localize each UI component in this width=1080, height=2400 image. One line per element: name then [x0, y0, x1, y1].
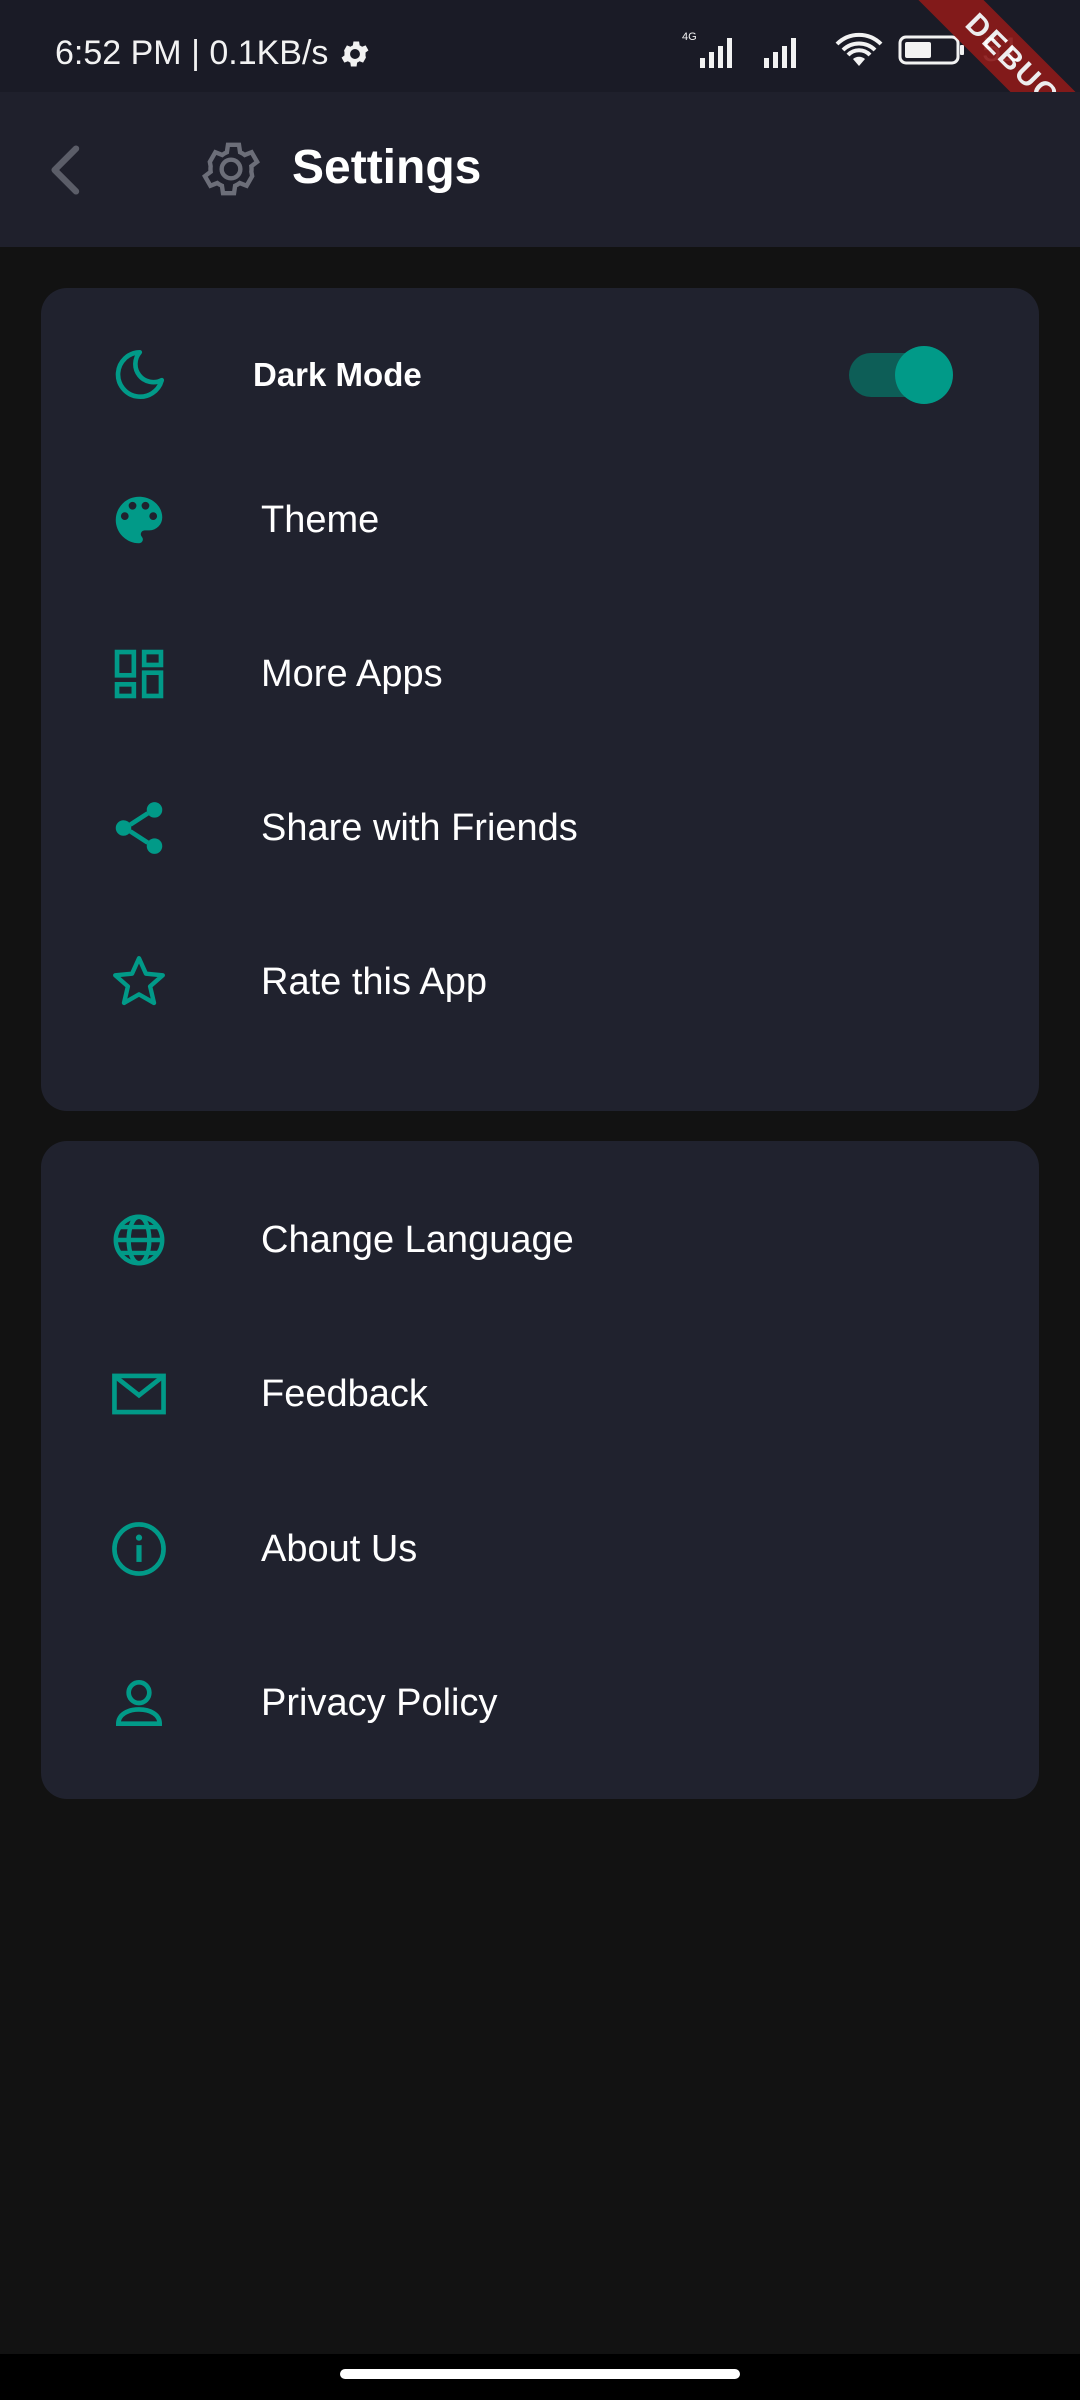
person-icon — [107, 1671, 171, 1735]
star-icon — [107, 950, 171, 1014]
back-button-chevron-left-icon[interactable] — [36, 138, 100, 202]
about-row[interactable]: About Us — [41, 1484, 1039, 1614]
dashboard-icon — [107, 642, 171, 706]
signal-4g-icon: 4G — [682, 31, 733, 68]
more-apps-row[interactable]: More Apps — [41, 609, 1039, 739]
wifi-icon — [835, 32, 883, 66]
status-time-speed: 6:52 PM | 0.1KB/s — [55, 34, 372, 73]
privacy-row[interactable]: Privacy Policy — [41, 1638, 1039, 1768]
dark-mode-label: Dark Mode — [253, 356, 422, 393]
dark-mode-toggle[interactable] — [849, 346, 953, 404]
share-label: Share with Friends — [261, 806, 578, 849]
moon-icon — [107, 343, 171, 407]
home-indicator[interactable] — [340, 2369, 740, 2379]
toggle-knob — [895, 346, 953, 404]
palette-icon — [107, 488, 171, 552]
rate-label: Rate this App — [261, 960, 488, 1003]
privacy-label: Privacy Policy — [261, 1681, 498, 1724]
page-title: Settings — [292, 141, 482, 194]
globe-icon — [107, 1208, 171, 1272]
theme-label: Theme — [261, 498, 380, 541]
rate-row[interactable]: Rate this App — [41, 917, 1039, 1047]
app-bar: Settings — [0, 92, 1080, 247]
settings-gear-status-icon — [341, 41, 369, 66]
language-row[interactable]: Change Language — [41, 1175, 1039, 1305]
share-row[interactable]: Share with Friends — [41, 763, 1039, 893]
language-label: Change Language — [261, 1218, 574, 1261]
status-bar: 6:52 PM | 0.1KB/s 4G 5 — [0, 0, 1080, 170]
share-icon — [107, 796, 171, 860]
theme-row[interactable]: Theme — [41, 455, 1039, 585]
network-type-text: 4G — [682, 31, 697, 43]
feedback-row[interactable]: Feedback — [41, 1329, 1039, 1459]
mail-icon — [107, 1362, 171, 1426]
feedback-label: Feedback — [261, 1372, 428, 1415]
signal-icon — [764, 38, 797, 68]
status-time-text: 6:52 PM | 0.1KB/s — [55, 34, 329, 72]
gear-icon — [202, 142, 260, 196]
about-label: About Us — [261, 1527, 418, 1570]
more-apps-label: More Apps — [261, 652, 443, 695]
info-icon — [107, 1517, 171, 1581]
dark-mode-row[interactable]: Dark Mode — [41, 310, 1039, 440]
